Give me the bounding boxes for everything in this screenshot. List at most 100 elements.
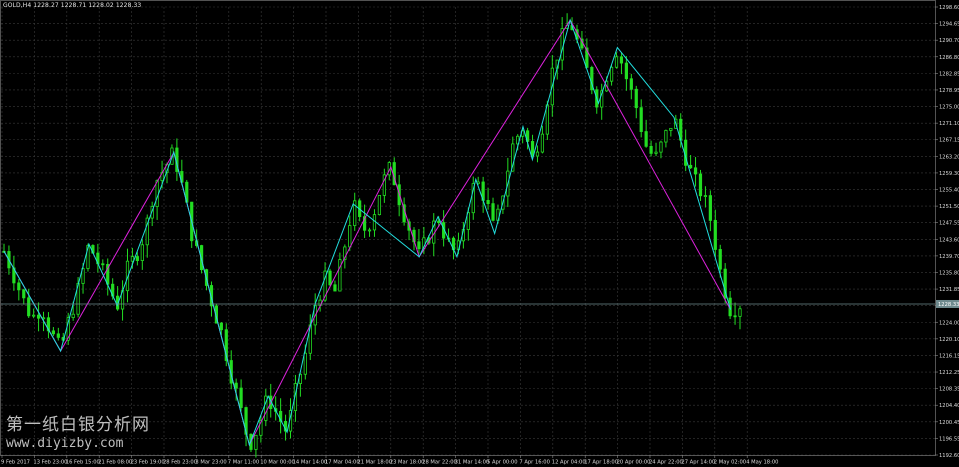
- candle-body: [338, 259, 342, 292]
- candle-body: [71, 313, 75, 318]
- candle-body: [135, 256, 139, 261]
- candle-body: [713, 220, 717, 250]
- candle-body: [703, 195, 708, 197]
- time-axis-label: 23 Feb 19:00: [131, 460, 165, 466]
- candle-body: [219, 322, 223, 331]
- price-axis-label: 1259.30: [939, 171, 959, 177]
- candle-body: [644, 131, 648, 147]
- chart-title: GOLD,H4 1228.27 1228.71 1228.02 1228.33: [3, 2, 142, 9]
- price-axis-label: 1243.60: [939, 237, 959, 243]
- price-axis-label: 1216.15: [939, 353, 959, 359]
- candle-body: [417, 241, 421, 250]
- candle-body: [56, 333, 60, 338]
- time-axis-label: 20 Apr 00:00: [617, 460, 651, 466]
- price-axis-label: 1231.85: [939, 287, 959, 293]
- candle-body: [491, 203, 495, 221]
- candle-body: [348, 225, 352, 248]
- time-axis-label: 27 Apr 14:00: [681, 460, 715, 466]
- candle-body: [17, 282, 21, 291]
- time-axis-label: 17 Mar 04:00: [325, 460, 360, 466]
- time-axis-label: 13 Feb 23:00: [33, 460, 67, 466]
- time-axis-label: 14 Mar 14:00: [293, 460, 328, 466]
- candle-body: [377, 195, 382, 216]
- candle-body: [540, 133, 545, 153]
- watermark-site-name: 第一纸白银分析网: [6, 415, 150, 435]
- candle-body: [708, 195, 712, 221]
- time-axis-label: 16 Feb 15:00: [66, 460, 100, 466]
- time-axis-label: 5 Apr 00:00: [487, 460, 518, 466]
- candle-body: [639, 107, 643, 132]
- time-axis-label: 23 Mar 18:00: [390, 460, 425, 466]
- candle-body: [36, 314, 41, 319]
- candle-body: [698, 173, 703, 197]
- candle-body: [239, 387, 243, 408]
- time-axis-label: 28 Mar 22:00: [422, 460, 457, 466]
- candle-body: [654, 151, 658, 154]
- candle-body: [51, 330, 55, 335]
- price-axis-label: 1290.70: [939, 38, 959, 44]
- candle-body: [659, 141, 663, 153]
- price-axis-label: 1294.65: [939, 22, 959, 28]
- candle-body: [614, 56, 619, 68]
- price-axis-label: 1282.85: [939, 71, 959, 77]
- time-axis-label: 10 Mar 00:00: [260, 460, 295, 466]
- price-axis-label: 1275.00: [939, 105, 959, 111]
- candle-body: [367, 229, 372, 232]
- candle-body: [22, 289, 26, 299]
- price-axis-label: 1255.40: [939, 188, 959, 194]
- price-axis-label: 1204.40: [939, 403, 959, 409]
- candle-body: [130, 256, 135, 262]
- price-axis-label: 1247.55: [939, 221, 959, 227]
- candle-body: [140, 244, 144, 261]
- candle-body: [629, 78, 633, 90]
- candle-body: [32, 314, 36, 317]
- price-axis-label: 1212.25: [939, 370, 959, 376]
- price-axis-label: 1208.35: [939, 387, 959, 393]
- candle-body: [155, 180, 159, 207]
- candle-body: [664, 130, 668, 143]
- price-axis-label: 1263.20: [939, 154, 959, 160]
- price-axis-label: 1235.80: [939, 270, 959, 276]
- candle-body: [27, 297, 31, 317]
- candle-body: [733, 315, 737, 318]
- price-chart[interactable]: 1298.60 1294.65 1290.70 1286.80 1282.85 1278.…: [0, 0, 959, 467]
- candle-body: [333, 284, 337, 292]
- candle-body: [609, 66, 614, 82]
- candle-body: [693, 167, 698, 175]
- candle-body: [328, 270, 332, 286]
- candle-body: [303, 352, 307, 375]
- time-axis-label: 7 Apr 16:00: [519, 460, 550, 466]
- time-axis-label: 3 Mar 23:00: [195, 460, 226, 466]
- price-axis-label: 1286.80: [939, 55, 959, 61]
- price-axis-label: 1200.45: [939, 420, 959, 426]
- candle-body: [718, 249, 722, 270]
- trading-chart-window[interactable]: 1298.60 1294.65 1290.70 1286.80 1282.85 1278.…: [0, 0, 959, 467]
- time-axis-label: 7 Mar 11:00: [228, 460, 259, 466]
- watermark-url: www.diyizby.com: [6, 436, 124, 451]
- candle-body: [530, 141, 535, 157]
- time-axis-label: 2 May 02:00: [714, 460, 746, 466]
- price-axis-label: 1278.95: [939, 88, 959, 94]
- time-axis-label: 21 Feb 08:00: [98, 460, 132, 466]
- price-axis-label: 1271.10: [939, 121, 959, 127]
- candle-body: [649, 145, 653, 154]
- candle-body: [689, 164, 693, 169]
- candle-body: [738, 308, 742, 317]
- current-price-label: 1228.33: [938, 302, 959, 308]
- time-axis-label: 9 Feb 2017: [1, 460, 30, 466]
- time-axis-label: 28 Feb 23:00: [163, 460, 197, 466]
- candle-body: [619, 56, 624, 64]
- price-axis-label: 1267.15: [939, 138, 959, 144]
- candle-body: [437, 220, 441, 223]
- time-axis-label: 17 Apr 18:00: [584, 460, 618, 466]
- candle-body: [486, 200, 490, 205]
- time-axis-label: 12 Apr 04:00: [552, 460, 586, 466]
- time-axis-label: 24 Apr 22:00: [649, 460, 683, 466]
- candle-body: [634, 88, 638, 109]
- candle-body: [101, 263, 105, 266]
- candle-body: [234, 382, 238, 389]
- time-axis-label: 4 May 18:00: [746, 460, 778, 466]
- price-axis-label: 1251.50: [939, 204, 959, 210]
- candle-body: [669, 127, 673, 131]
- price-axis-label: 1224.00: [939, 320, 959, 326]
